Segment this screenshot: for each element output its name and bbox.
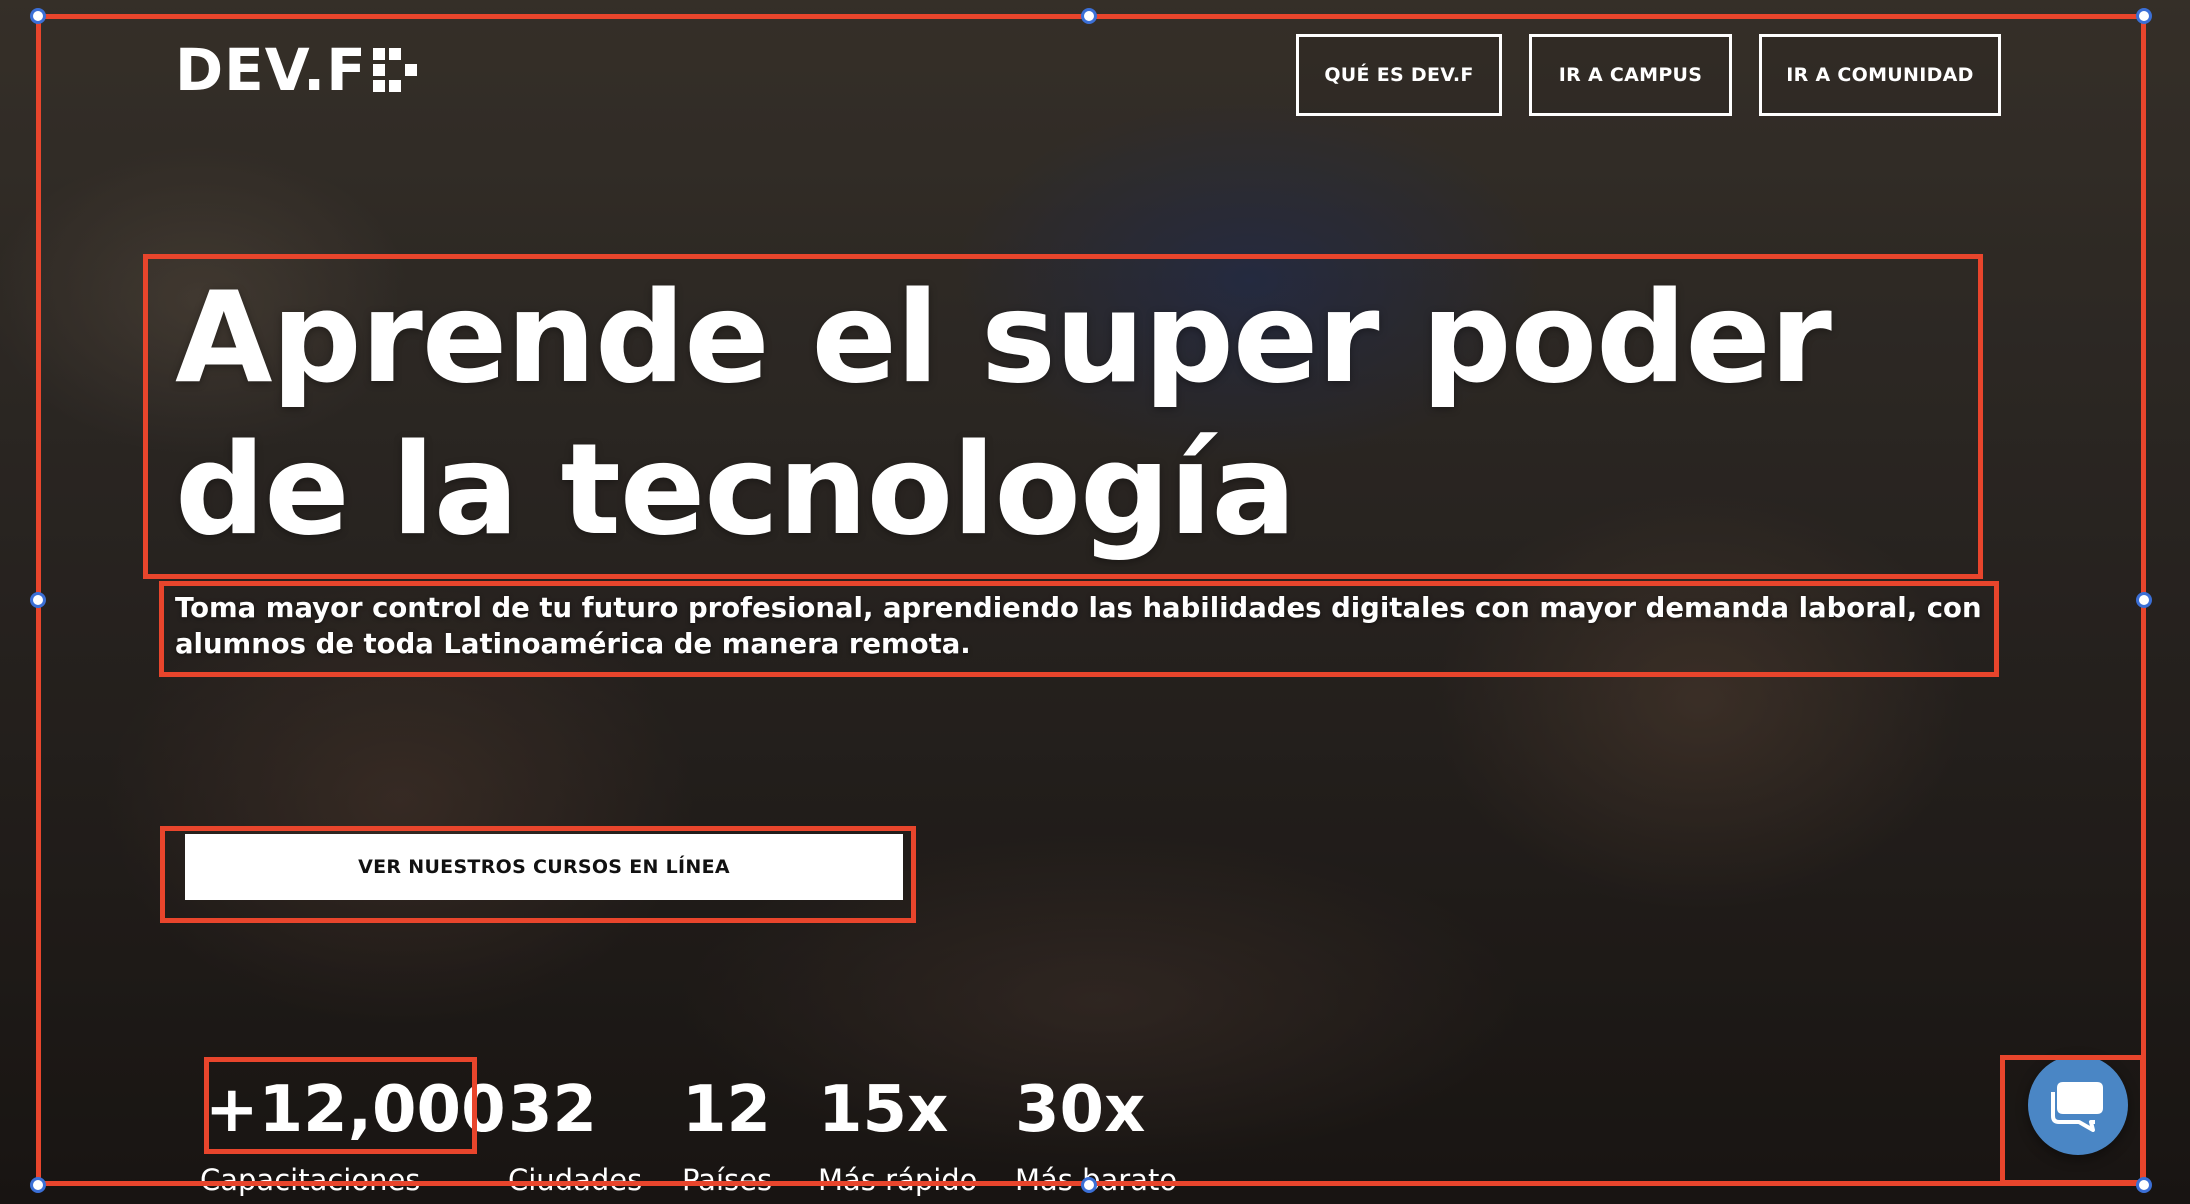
page-canvas: DEV.F QUÉ ES DEV.F IR A CAMPUS IR A COMU…	[0, 0, 2190, 1204]
resize-handle[interactable]	[2136, 8, 2152, 24]
logo-mark-icon	[372, 48, 417, 92]
stat-value-mas-barato: 30x	[1015, 1073, 1146, 1147]
chat-widget-button[interactable]	[2028, 1055, 2128, 1155]
stat-value-mas-rapido: 15x	[818, 1073, 949, 1147]
stat-value-paises: 12	[682, 1073, 772, 1147]
nav-label: IR A COMUNIDAD	[1786, 64, 1974, 86]
chat-bubble-icon	[2051, 1082, 2103, 1132]
hero-headline: Aprende el super poder de la tecnología	[175, 264, 1832, 563]
stat-value-ciudades: 32	[508, 1073, 598, 1147]
resize-handle[interactable]	[2136, 592, 2152, 608]
hero-subheadline: Toma mayor control de tu futuro profesio…	[175, 592, 1982, 660]
resize-handle[interactable]	[30, 1177, 46, 1193]
ver-cursos-button[interactable]: VER NUESTROS CURSOS EN LÍNEA	[185, 834, 903, 900]
stat-label-ciudades: Ciudades	[508, 1163, 643, 1197]
stat-value-capacitaciones: +12,000	[205, 1073, 506, 1147]
stat-label-paises: Países	[682, 1163, 773, 1197]
nav-ir-a-comunidad-button[interactable]: IR A COMUNIDAD	[1759, 34, 2001, 116]
nav-label: QUÉ ES DEV.F	[1324, 64, 1474, 86]
resize-handle[interactable]	[2136, 1177, 2152, 1193]
resize-handle[interactable]	[30, 8, 46, 24]
resize-handle[interactable]	[1081, 1177, 1097, 1193]
cta-label: VER NUESTROS CURSOS EN LÍNEA	[358, 856, 730, 878]
stat-label-capacitaciones: Capacitaciones	[200, 1163, 421, 1197]
devf-logo[interactable]: DEV.F	[175, 36, 417, 104]
nav-ir-a-campus-button[interactable]: IR A CAMPUS	[1529, 34, 1732, 116]
logo-text: DEV.F	[175, 36, 367, 104]
stat-label-mas-rapido: Más rápido	[818, 1163, 978, 1197]
nav-label: IR A CAMPUS	[1558, 64, 1703, 86]
stat-label-mas-barato: Más barato	[1015, 1163, 1178, 1197]
nav-que-es-devf-button[interactable]: QUÉ ES DEV.F	[1296, 34, 1502, 116]
resize-handle[interactable]	[30, 592, 46, 608]
resize-handle[interactable]	[1081, 8, 1097, 24]
